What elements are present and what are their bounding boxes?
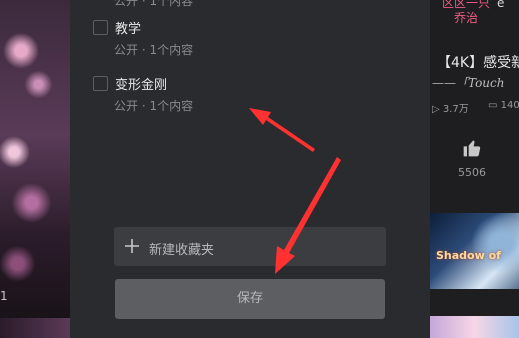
folder-meta: 公开 · 1个内容 (114, 99, 194, 113)
view-count-value: 3.7万 (442, 104, 469, 115)
checkbox-icon[interactable] (93, 20, 108, 35)
folder-meta-partial: 公开 · 1个内容 (114, 0, 194, 8)
folder-name: 变形金刚 (115, 78, 168, 93)
view-count: ▷ 3.7万 (432, 100, 469, 115)
folder-meta: 公开 · 1个内容 (114, 43, 194, 57)
save-button[interactable]: 保存 (115, 279, 385, 319)
video-subtitle: ——「Touch (432, 76, 505, 90)
folder-name: 教学 (115, 22, 142, 37)
related-video-thumbnail-2[interactable] (430, 316, 519, 338)
background-artwork-left (0, 0, 70, 338)
uploader-name[interactable]: 区区一只 乔治 (436, 0, 496, 26)
background-artwork-left-bottom (0, 318, 70, 338)
danmaku-count: ▭ 140 (488, 100, 519, 111)
new-folder-label: 新建收藏夹 (149, 243, 215, 258)
folder-item-transformers[interactable]: 变形金刚 公开 · 1个内容 (93, 76, 393, 120)
new-folder-button[interactable]: 新建收藏夹 (114, 227, 386, 266)
thumbs-up-icon[interactable] (462, 138, 482, 162)
plus-icon (125, 239, 139, 253)
video-title[interactable]: 【4K】感受新 (437, 52, 519, 72)
danmaku-icon: ▭ (488, 100, 498, 111)
checkbox-icon[interactable] (93, 76, 108, 91)
related-video-thumbnail-text: Shadow of (436, 249, 501, 262)
play-icon: ▷ (432, 104, 440, 115)
like-count: 5506 (458, 166, 486, 179)
folder-item-teaching[interactable]: 教学 公开 · 1个内容 (93, 20, 393, 64)
background-left-mark: 1 (0, 289, 8, 303)
background-top-text: e (497, 0, 505, 10)
favorites-modal: 公开 · 1个内容 教学 公开 · 1个内容 变形金刚 公开 · 1个内容 新建… (70, 0, 430, 338)
danmaku-count-value: 140 (500, 100, 519, 111)
